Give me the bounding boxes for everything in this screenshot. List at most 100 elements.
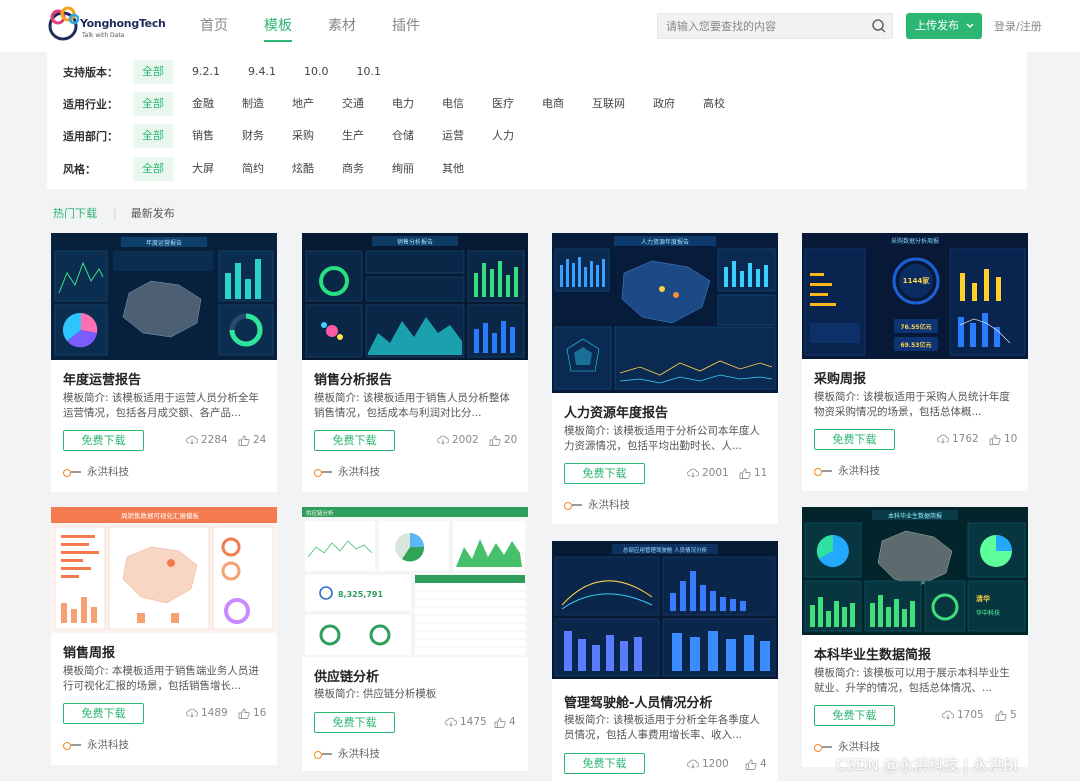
like-count[interactable]: 5 xyxy=(995,709,1017,721)
filter-option[interactable]: 采购 xyxy=(283,124,323,148)
template-thumbnail[interactable]: 本科毕业生数据简报 清华 华中科技 xyxy=(802,507,1028,635)
template-card[interactable]: 周销售数据可视化汇报模板 销售周报 模板简介: 本模板适用于销售端业务人员进行可… xyxy=(51,507,277,765)
filter-option[interactable]: 运营 xyxy=(433,124,473,148)
template-card[interactable]: 本科毕业生数据简报 清华 华中科技 本科毕业生数据简报 模板简介: 该模板可以用… xyxy=(802,507,1028,767)
filter-option[interactable]: 全部 xyxy=(133,157,173,181)
card-title[interactable]: 采购周报 xyxy=(814,368,866,387)
template-thumbnail[interactable]: 销售分析报告 xyxy=(302,233,528,360)
filter-option[interactable]: 电信 xyxy=(433,92,473,116)
filter-option[interactable]: 绚丽 xyxy=(383,157,423,181)
filter-option[interactable]: 政府 xyxy=(644,92,684,116)
like-count[interactable]: 16 xyxy=(238,707,266,719)
template-thumbnail[interactable]: 周销售数据可视化汇报模板 xyxy=(51,507,277,633)
card-title[interactable]: 销售周报 xyxy=(63,642,115,661)
free-download-button[interactable]: 免费下载 xyxy=(314,712,395,733)
filter-option[interactable]: 互联网 xyxy=(583,92,634,116)
search-input[interactable] xyxy=(658,14,868,38)
filter-option[interactable]: 财务 xyxy=(233,124,273,148)
cloud-download-icon xyxy=(437,435,449,445)
free-download-button[interactable]: 免费下载 xyxy=(814,705,895,726)
card-title[interactable]: 人力资源年度报告 xyxy=(564,402,668,421)
download-count: 2001 xyxy=(687,467,729,479)
card-description: 模板简介: 该模板适用于分析公司本年度人力资源情况，包括平均出勤时长、人... xyxy=(564,425,760,452)
template-thumbnail[interactable]: 年度运营报告 xyxy=(51,233,277,360)
template-thumbnail[interactable]: 人力资源年度报告 xyxy=(552,233,778,393)
filter-option[interactable]: 全部 xyxy=(133,92,173,116)
like-count-value: 20 xyxy=(504,434,518,446)
template-thumbnail[interactable]: 总部应用管理驾驶舱 人员情况分析 xyxy=(552,541,778,679)
nav-materials[interactable]: 素材 xyxy=(328,0,356,52)
nav-plugins[interactable]: 插件 xyxy=(392,0,420,52)
filter-option[interactable]: 高校 xyxy=(694,92,734,116)
upload-publish-button[interactable]: 上传发布 xyxy=(906,13,982,39)
top-header: YonghongTech Talk with Data 首页 模板 素材 插件 … xyxy=(0,0,1080,52)
tab-latest[interactable]: 最新发布 xyxy=(131,205,175,221)
card-author: 永洪科技 xyxy=(814,463,880,478)
like-count[interactable]: 20 xyxy=(489,434,517,446)
download-count: 1475 xyxy=(445,716,487,728)
filter-option[interactable]: 10.0 xyxy=(295,60,338,84)
like-count[interactable]: 4 xyxy=(745,758,767,770)
filter-option[interactable]: 炫酷 xyxy=(283,157,323,181)
main-nav: 首页 模板 素材 插件 xyxy=(200,0,456,52)
nav-templates[interactable]: 模板 xyxy=(264,0,292,52)
filter-option[interactable]: 医疗 xyxy=(483,92,523,116)
logo-tagline: Talk with Data xyxy=(82,32,125,39)
filter-option[interactable]: 仓储 xyxy=(383,124,423,148)
filter-option[interactable]: 人力 xyxy=(483,124,523,148)
card-title[interactable]: 供应链分析 xyxy=(314,666,379,685)
template-card[interactable]: 销售分析报告 销售分析报告 模板简介: 该模板适用于销售人员分析整体销售情况，包… xyxy=(302,233,528,492)
filter-option[interactable]: 地产 xyxy=(283,92,323,116)
filter-option[interactable]: 金融 xyxy=(183,92,223,116)
filter-option[interactable]: 交通 xyxy=(333,92,373,116)
filter-option[interactable]: 大屏 xyxy=(183,157,223,181)
like-count[interactable]: 24 xyxy=(238,434,266,446)
filter-option[interactable]: 10.1 xyxy=(348,60,391,84)
template-card[interactable]: 总部应用管理驾驶舱 人员情况分析 管理驾驶舱-人员情况分析 模板简介: 该模板适… xyxy=(552,541,778,781)
free-download-button[interactable]: 免费下载 xyxy=(314,430,395,451)
card-title[interactable]: 销售分析报告 xyxy=(314,369,392,388)
template-card[interactable]: 采购数据分析周报 1144家 76.55亿元 69.53亿元 采购周报 模板简介… xyxy=(802,233,1028,491)
filter-option[interactable]: 电力 xyxy=(383,92,423,116)
download-count: 1705 xyxy=(942,709,984,721)
like-count[interactable]: 4 xyxy=(494,716,516,728)
template-card[interactable]: 年度运营报告 年度运营报告 模板简介: 该模板适用于运营人员分析全年运营情况，包… xyxy=(51,233,277,492)
filter-option[interactable]: 制造 xyxy=(233,92,273,116)
template-card[interactable]: 人力资源年度报告 人力资源年度报告 模板简介: 该模板适用于分析公司本年度人力资… xyxy=(552,233,778,524)
filter-option[interactable]: 全部 xyxy=(133,124,173,148)
free-download-button[interactable]: 免费下载 xyxy=(63,430,144,451)
free-download-button[interactable]: 免费下载 xyxy=(63,703,144,724)
filter-option[interactable]: 9.4.1 xyxy=(239,60,285,84)
filter-option[interactable]: 9.2.1 xyxy=(183,60,229,84)
like-count[interactable]: 11 xyxy=(739,467,767,479)
template-thumbnail[interactable]: 采购数据分析周报 1144家 76.55亿元 69.53亿元 xyxy=(802,233,1028,359)
filter-option[interactable]: 其他 xyxy=(433,157,473,181)
filter-option[interactable]: 生产 xyxy=(333,124,373,148)
search-icon[interactable] xyxy=(871,18,887,34)
filter-label: 风格： xyxy=(63,163,96,176)
free-download-button[interactable]: 免费下载 xyxy=(564,753,645,774)
free-download-button[interactable]: 免费下载 xyxy=(564,463,645,484)
nav-home[interactable]: 首页 xyxy=(200,0,228,52)
filter-option[interactable]: 商务 xyxy=(333,157,373,181)
thumb-title: 年度运营报告 xyxy=(146,239,182,247)
filter-option[interactable]: 销售 xyxy=(183,124,223,148)
card-title[interactable]: 本科毕业生数据简报 xyxy=(814,644,931,663)
yonghong-logo[interactable]: YonghongTech Talk with Data xyxy=(46,4,166,48)
template-card[interactable]: 供应链分析 8,325,791 供应链分析 模板简介: 供应链分析模板 免费下载… xyxy=(302,507,528,771)
cloud-download-icon xyxy=(687,759,699,769)
upload-publish-label: 上传发布 xyxy=(915,19,959,32)
tab-hot-downloads[interactable]: 热门下载 xyxy=(53,205,97,221)
card-title[interactable]: 年度运营报告 xyxy=(63,369,141,388)
thumb-title: 周销售数据可视化汇报模板 xyxy=(121,511,200,520)
filter-option[interactable]: 简约 xyxy=(233,157,273,181)
template-thumbnail[interactable]: 供应链分析 8,325,791 xyxy=(302,507,528,657)
like-count[interactable]: 10 xyxy=(989,433,1017,445)
download-count-value: 2284 xyxy=(201,434,228,446)
free-download-button[interactable]: 免费下载 xyxy=(814,429,895,450)
card-title[interactable]: 管理驾驶舱-人员情况分析 xyxy=(564,692,712,711)
filter-option[interactable]: 全部 xyxy=(133,60,173,84)
login-register-link[interactable]: 登录/注册 xyxy=(994,18,1042,34)
thumbs-up-icon xyxy=(238,435,250,446)
filter-option[interactable]: 电商 xyxy=(533,92,573,116)
